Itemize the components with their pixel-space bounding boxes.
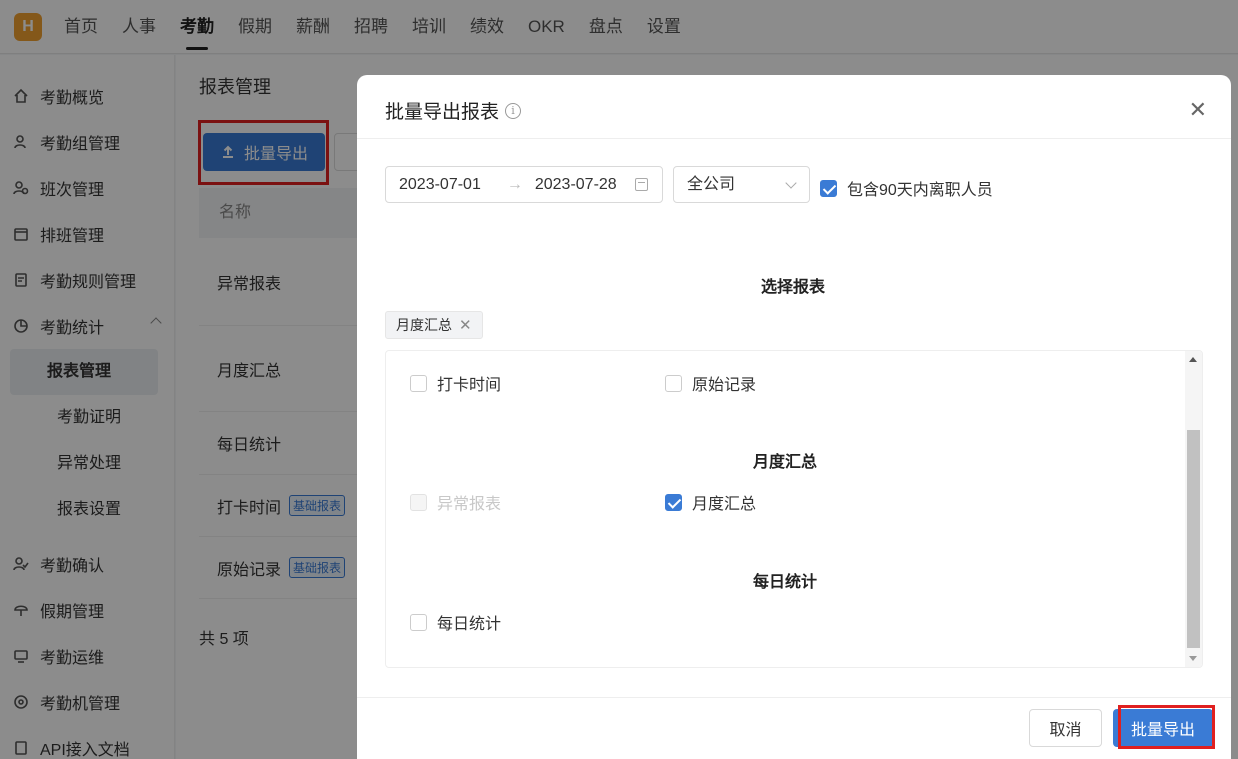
- report-options-list: 打卡时间 原始记录 月度汇总 异常报表 月度汇总 每日统计 每日统计: [385, 350, 1203, 668]
- calendar-icon[interactable]: [635, 178, 648, 191]
- scrollbar[interactable]: [1185, 351, 1202, 667]
- option-checkbox[interactable]: [665, 374, 682, 392]
- scroll-thumb[interactable]: [1187, 430, 1200, 648]
- batch-export-modal: 批量导出报表 i ✕ 2023-07-01 → 2023-07-28 全公司 包…: [357, 75, 1231, 759]
- close-icon[interactable]: ✕: [1189, 97, 1207, 123]
- divider: [357, 138, 1231, 139]
- scroll-down-icon[interactable]: [1189, 656, 1197, 661]
- option-label: 月度汇总: [692, 496, 757, 513]
- include-left-option[interactable]: 包含90天内离职人员: [820, 176, 993, 200]
- option-label: 原始记录: [692, 377, 757, 394]
- include-left-checkbox[interactable]: [820, 179, 837, 197]
- option-checkbox: [410, 493, 427, 511]
- date-end[interactable]: 2023-07-28: [535, 176, 617, 194]
- chip-label: 月度汇总: [396, 317, 452, 333]
- company-select[interactable]: 全公司: [673, 166, 810, 203]
- option-checkbox[interactable]: [410, 374, 427, 392]
- chip-remove-icon[interactable]: ✕: [459, 316, 472, 334]
- modal-title: 批量导出报表 i: [385, 97, 522, 124]
- option-checkbox[interactable]: [410, 613, 427, 631]
- scroll-up-icon[interactable]: [1189, 357, 1197, 362]
- date-arrow: →: [506, 175, 523, 193]
- modal-title-text: 批量导出报表: [385, 102, 500, 123]
- selected-chip: 月度汇总 ✕: [385, 311, 483, 339]
- date-start[interactable]: 2023-07-01: [399, 176, 481, 194]
- option-label: 异常报表: [437, 496, 502, 513]
- company-select-value: 全公司: [687, 176, 736, 193]
- chevron-down-icon: [785, 177, 797, 189]
- cancel-button[interactable]: 取消: [1029, 709, 1102, 747]
- include-left-label: 包含90天内离职人员: [847, 182, 993, 199]
- divider: [357, 697, 1231, 698]
- date-range-picker[interactable]: 2023-07-01 → 2023-07-28: [385, 166, 663, 203]
- option-label: 每日统计: [437, 616, 502, 633]
- option-exception-report: 异常报表: [410, 490, 501, 514]
- select-report-title: 选择报表: [761, 279, 826, 296]
- option-checkbox[interactable]: [665, 493, 682, 511]
- option-label: 打卡时间: [437, 377, 502, 394]
- info-icon[interactable]: i: [505, 102, 522, 119]
- monthly-section-title: 月度汇总: [753, 454, 818, 471]
- option-daily-stats[interactable]: 每日统计: [410, 610, 501, 634]
- daily-section-title: 每日统计: [753, 574, 818, 591]
- option-raw-record[interactable]: 原始记录: [665, 371, 756, 395]
- option-monthly-summary[interactable]: 月度汇总: [665, 490, 756, 514]
- option-punch-time[interactable]: 打卡时间: [410, 371, 501, 395]
- highlight-box: [1118, 705, 1215, 749]
